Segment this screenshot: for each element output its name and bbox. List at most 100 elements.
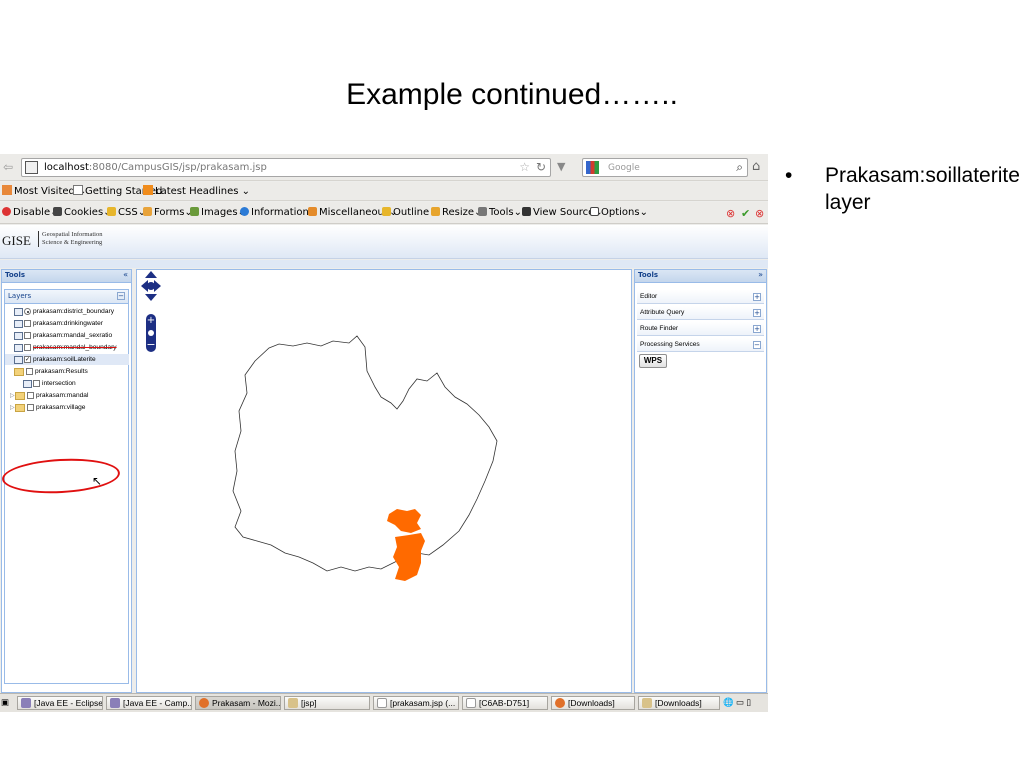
pan-right-icon[interactable] <box>154 280 161 292</box>
search-icon[interactable]: ⌕ <box>736 160 743 175</box>
taskbar-item-active[interactable]: Prakasam - Mozi... <box>195 696 281 710</box>
wps-button[interactable]: WPS <box>639 354 667 368</box>
expand-plus-icon[interactable]: + <box>753 325 761 333</box>
error-icon[interactable]: ⊗ <box>726 207 735 220</box>
layer-label: prakasam:soilLaterite <box>33 356 96 363</box>
taskbar-item[interactable]: [Downloads] <box>638 696 720 710</box>
pan-control[interactable] <box>141 271 161 308</box>
zoom-out-icon[interactable]: − <box>146 338 155 351</box>
layer-checkbox[interactable] <box>26 368 33 375</box>
url-bar[interactable]: localhost:8080/CampusGIS/jsp/prakasam.js… <box>21 158 551 177</box>
zoom-slider-icon[interactable] <box>148 330 154 336</box>
zoom-control[interactable]: + − <box>144 314 158 352</box>
right-panel-header: Tools » <box>635 270 766 283</box>
tool-attribute-query[interactable]: Attribute Query + <box>637 306 764 320</box>
folder-icon <box>2 185 12 195</box>
search-box[interactable]: Google ⌕ <box>582 158 748 177</box>
cookies-icon <box>53 207 62 216</box>
expand-plus-icon[interactable]: + <box>753 309 761 317</box>
right-tools-panel: Tools » Editor + Attribute Query + Route… <box>634 269 767 693</box>
menu-resize[interactable]: Resize⌄ <box>431 207 482 218</box>
tool-label: Attribute Query <box>640 309 685 316</box>
folder-icon <box>14 368 24 376</box>
show-desktop-icon[interactable]: ▣ <box>1 696 15 710</box>
layer-icon <box>14 332 23 340</box>
css-icon <box>107 207 116 216</box>
layer-checkbox[interactable] <box>27 392 34 399</box>
layer-checkbox[interactable] <box>33 380 40 387</box>
zoom-in-icon[interactable]: + <box>147 315 155 326</box>
system-tray[interactable]: 🌐 ▭ ▯ <box>723 696 767 710</box>
pan-up-icon[interactable] <box>145 271 157 278</box>
options-icon <box>590 207 599 216</box>
close-icon[interactable]: ⊗ <box>755 207 764 220</box>
menu-css[interactable]: CSS⌄ <box>107 207 146 218</box>
tool-processing-services[interactable]: Processing Services − <box>637 338 764 352</box>
expand-arrow-icon[interactable]: ▷ <box>10 404 15 411</box>
left-tools-panel: Tools « Layers − prakasam:district_bound… <box>1 269 132 693</box>
layer-row[interactable]: prakasam:district_boundary <box>5 307 130 319</box>
url-path: :8080/CampusGIS/jsp/prakasam.jsp <box>88 162 267 173</box>
expand-plus-icon[interactable]: + <box>753 293 761 301</box>
slide-title: Example continued…….. <box>346 78 678 111</box>
district-outline <box>232 335 498 572</box>
layer-row[interactable]: intersection <box>5 379 130 391</box>
layer-checkbox-checked[interactable]: ✓ <box>24 356 31 363</box>
app-logo-subtitle: Geospatial Information Science & Engineer… <box>38 231 102 247</box>
bullet-text: Prakasam:soillaterite layer <box>825 164 1020 214</box>
tool-editor[interactable]: Editor + <box>637 290 764 304</box>
soil-laterite-region <box>393 533 425 581</box>
bookmark-latest-headlines[interactable]: Latest Headlines ⌄ <box>143 185 250 197</box>
download-icon[interactable]: ▼ <box>557 160 565 173</box>
taskbar-item[interactable]: [jsp] <box>284 696 370 710</box>
taskbar-item[interactable]: [C6AB-D751] <box>462 696 548 710</box>
tools-icon <box>478 207 487 216</box>
collapse-icon[interactable]: « <box>123 270 128 279</box>
layer-radio[interactable] <box>24 308 31 315</box>
layer-label: prakasam:village <box>36 404 86 411</box>
expand-icon[interactable]: » <box>758 270 763 279</box>
menu-forms[interactable]: Forms⌄ <box>143 207 193 218</box>
header-stripe <box>0 260 768 268</box>
taskbar-item[interactable]: [prakasam.jsp (... <box>373 696 459 710</box>
layer-icon <box>23 380 32 388</box>
layer-checkbox[interactable] <box>24 332 31 339</box>
home-icon[interactable]: ⌂ <box>752 159 760 174</box>
menu-outline[interactable]: Outline⌄ <box>382 207 438 218</box>
taskbar-item[interactable]: [Downloads] <box>551 696 635 710</box>
menu-cookies[interactable]: Cookies⌄ <box>53 207 112 218</box>
layer-label: prakasam:drinkingwater <box>33 320 103 327</box>
layer-label: prakasam:district_boundary <box>33 308 114 315</box>
layer-label: intersection <box>42 380 76 387</box>
layer-group-row[interactable]: ▷ prakasam:village <box>5 403 130 415</box>
layer-row[interactable]: prakasam:drinkingwater <box>5 319 130 331</box>
pan-left-icon[interactable] <box>141 280 148 292</box>
pan-down-icon[interactable] <box>145 294 157 301</box>
expand-arrow-icon[interactable]: ▷ <box>10 392 15 399</box>
menu-tools[interactable]: Tools⌄ <box>478 207 522 218</box>
layer-group-row[interactable]: ▷ prakasam:mandal <box>5 391 130 403</box>
pan-center-icon[interactable] <box>147 282 155 290</box>
bookmark-star-icon[interactable]: ☆ <box>519 160 530 174</box>
menu-information[interactable]: Information⌄ <box>240 207 317 218</box>
tool-route-finder[interactable]: Route Finder + <box>637 322 764 336</box>
check-icon[interactable]: ✔ <box>741 207 750 220</box>
layer-row-selected[interactable]: ✓ prakasam:soilLaterite <box>5 355 130 367</box>
reload-icon[interactable]: ↻ <box>536 160 546 174</box>
bookmarks-bar: Most Visited ⌄ Getting Started Latest He… <box>0 182 768 201</box>
menu-options[interactable]: Options⌄ <box>590 207 648 218</box>
taskbar-item[interactable]: [Java EE - Eclipse ] <box>17 696 103 710</box>
layer-checkbox[interactable] <box>24 320 31 327</box>
menu-images[interactable]: Images⌄ <box>190 207 246 218</box>
collapse-minus-icon[interactable]: − <box>753 341 761 349</box>
taskbar-item[interactable]: [Java EE - Camp... <box>106 696 192 710</box>
map-view[interactable]: + − <box>136 269 632 693</box>
back-arrow-icon[interactable]: ⇦ <box>3 160 17 174</box>
menu-disable[interactable]: Disable⌄ <box>2 207 59 218</box>
layer-row[interactable]: prakasam:mandal_sexratio <box>5 331 130 343</box>
layer-checkbox[interactable] <box>24 344 31 351</box>
layers-collapse-icon[interactable]: − <box>117 292 125 300</box>
layer-checkbox[interactable] <box>27 404 34 411</box>
eclipse-icon <box>110 698 120 708</box>
layer-group-row[interactable]: prakasam:Results <box>5 367 130 379</box>
